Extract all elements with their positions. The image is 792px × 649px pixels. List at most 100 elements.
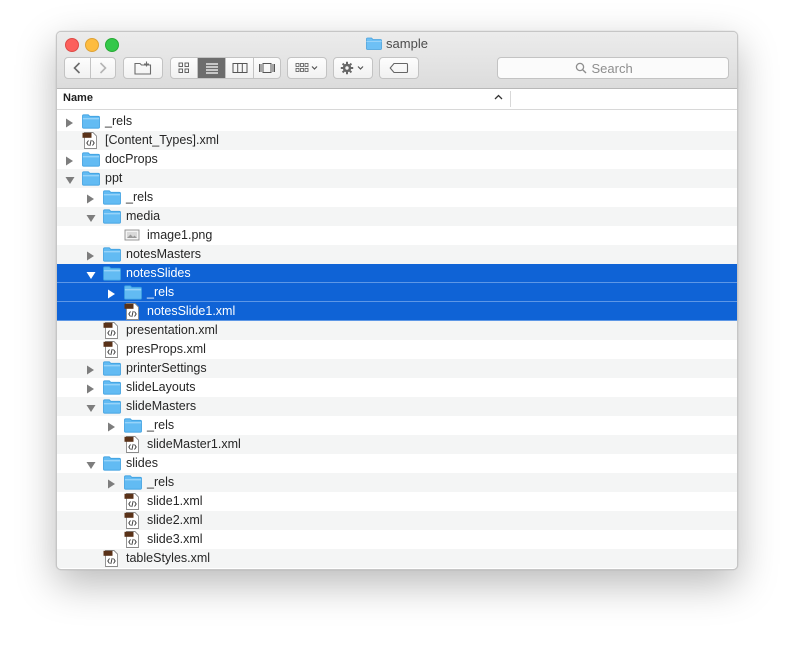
row-label: slideMaster1.xml — [147, 437, 241, 451]
folder-icon — [103, 246, 121, 265]
new-folder-button[interactable] — [123, 57, 163, 79]
disclosure-triangle-collapsed-icon[interactable] — [107, 478, 116, 492]
list-view-button[interactable] — [198, 58, 227, 78]
column-view-icon — [232, 63, 248, 73]
row-label: printerSettings — [126, 361, 207, 375]
folder-icon — [82, 113, 100, 132]
xml-file-icon — [124, 493, 140, 513]
disclosure-triangle-collapsed-icon[interactable] — [86, 250, 95, 264]
folder-row[interactable]: slideMasters — [57, 397, 737, 416]
folder-row[interactable]: printerSettings — [57, 359, 737, 378]
folder-row[interactable]: slideLayouts — [57, 378, 737, 397]
window-title-label: sample — [386, 36, 428, 51]
search-input[interactable] — [591, 60, 652, 76]
arrange-menu-button[interactable] — [287, 57, 327, 79]
file-row[interactable]: slide2.xml — [57, 511, 737, 530]
file-row[interactable]: slideMaster1.xml — [57, 435, 737, 454]
folder-icon — [82, 170, 100, 189]
file-row[interactable]: tableStyles.xml — [57, 549, 737, 568]
disclosure-triangle-collapsed-icon[interactable] — [107, 288, 116, 302]
disclosure-triangle-expanded-icon[interactable] — [86, 402, 96, 416]
tag-icon — [389, 62, 409, 74]
xml-file-icon — [103, 550, 119, 569]
row-label: presProps.xml — [126, 342, 206, 356]
disclosure-triangle-collapsed-icon[interactable] — [65, 155, 74, 169]
row-label: slide2.xml — [147, 513, 203, 527]
sort-ascending-icon — [494, 94, 503, 100]
folder-row[interactable]: docProps — [57, 150, 737, 169]
name-column-header[interactable]: Name — [63, 92, 93, 104]
file-row[interactable]: notesSlide1.xml — [57, 302, 737, 321]
file-row[interactable]: presentation.xml — [57, 321, 737, 340]
column-view-button[interactable] — [226, 58, 254, 78]
disclosure-triangle-collapsed-icon[interactable] — [107, 421, 116, 435]
row-label: image1.png — [147, 228, 213, 242]
gear-icon — [340, 61, 364, 75]
title-bar: sample — [57, 32, 737, 89]
folder-icon — [103, 208, 121, 227]
row-label: _rels — [147, 475, 175, 489]
folder-icon — [124, 284, 142, 303]
icon-view-button[interactable] — [171, 58, 199, 78]
xml-file-icon — [124, 303, 140, 323]
search-field[interactable] — [497, 57, 729, 79]
row-label: ppt — [105, 171, 123, 185]
row-label: _rels — [147, 285, 175, 299]
folder-row[interactable]: _rels — [57, 416, 737, 435]
folder-row[interactable]: slides — [57, 454, 737, 473]
file-row[interactable]: [Content_Types].xml — [57, 131, 737, 150]
row-label: tableStyles.xml — [126, 551, 211, 565]
file-row[interactable]: slide1.xml — [57, 492, 737, 511]
icon-view-icon — [178, 62, 190, 73]
disclosure-triangle-expanded-icon[interactable] — [86, 212, 96, 226]
file-row[interactable]: presProps.xml — [57, 340, 737, 359]
new-folder-icon — [134, 61, 152, 75]
row-label: slideMasters — [126, 399, 197, 413]
file-row[interactable]: image1.png — [57, 226, 737, 245]
folder-icon — [82, 151, 100, 170]
disclosure-triangle-collapsed-icon[interactable] — [86, 383, 95, 397]
forward-button[interactable] — [91, 58, 115, 78]
folder-icon — [103, 360, 121, 379]
folder-row[interactable]: ppt — [57, 169, 737, 188]
file-row[interactable]: slide3.xml — [57, 530, 737, 549]
row-label: notesSlides — [126, 266, 191, 280]
disclosure-triangle-expanded-icon[interactable] — [65, 174, 75, 188]
xml-file-icon — [103, 322, 119, 342]
row-label: _rels — [105, 114, 133, 128]
row-label: notesMasters — [126, 247, 202, 261]
row-label: _rels — [126, 190, 154, 204]
back-button[interactable] — [65, 58, 91, 78]
xml-file-icon — [124, 531, 140, 551]
xml-file-icon — [82, 132, 98, 152]
column-divider[interactable] — [510, 91, 511, 107]
folder-row[interactable]: _rels — [57, 112, 737, 131]
folder-row[interactable]: notesSlides — [57, 264, 737, 283]
folder-row[interactable]: media — [57, 207, 737, 226]
disclosure-triangle-collapsed-icon[interactable] — [86, 364, 95, 378]
gallery-view-button[interactable] — [254, 58, 280, 78]
magnifier-icon — [575, 62, 586, 74]
folder-row[interactable]: notesMasters — [57, 245, 737, 264]
edit-tags-button[interactable] — [379, 57, 419, 79]
row-label: [Content_Types].xml — [105, 133, 219, 147]
disclosure-triangle-collapsed-icon[interactable] — [86, 193, 95, 207]
disclosure-triangle-expanded-icon[interactable] — [86, 459, 96, 473]
folder-icon — [124, 474, 142, 493]
folder-row[interactable]: _rels — [57, 283, 737, 302]
window-title: sample — [57, 36, 737, 53]
list-header: Name — [57, 89, 737, 110]
folder-icon — [103, 455, 121, 474]
row-label: _rels — [147, 418, 175, 432]
arrange-icon — [295, 63, 318, 72]
folder-icon — [366, 37, 382, 53]
action-menu-button[interactable] — [333, 57, 373, 79]
row-label: slideLayouts — [126, 380, 196, 394]
folder-icon — [103, 189, 121, 208]
disclosure-triangle-expanded-icon[interactable] — [86, 269, 96, 283]
finder-window: sample Search Name _rels [Content_Types]… — [56, 31, 738, 570]
disclosure-triangle-collapsed-icon[interactable] — [65, 117, 74, 131]
xml-file-icon — [103, 341, 119, 361]
folder-row[interactable]: _rels — [57, 188, 737, 207]
folder-row[interactable]: _rels — [57, 473, 737, 492]
